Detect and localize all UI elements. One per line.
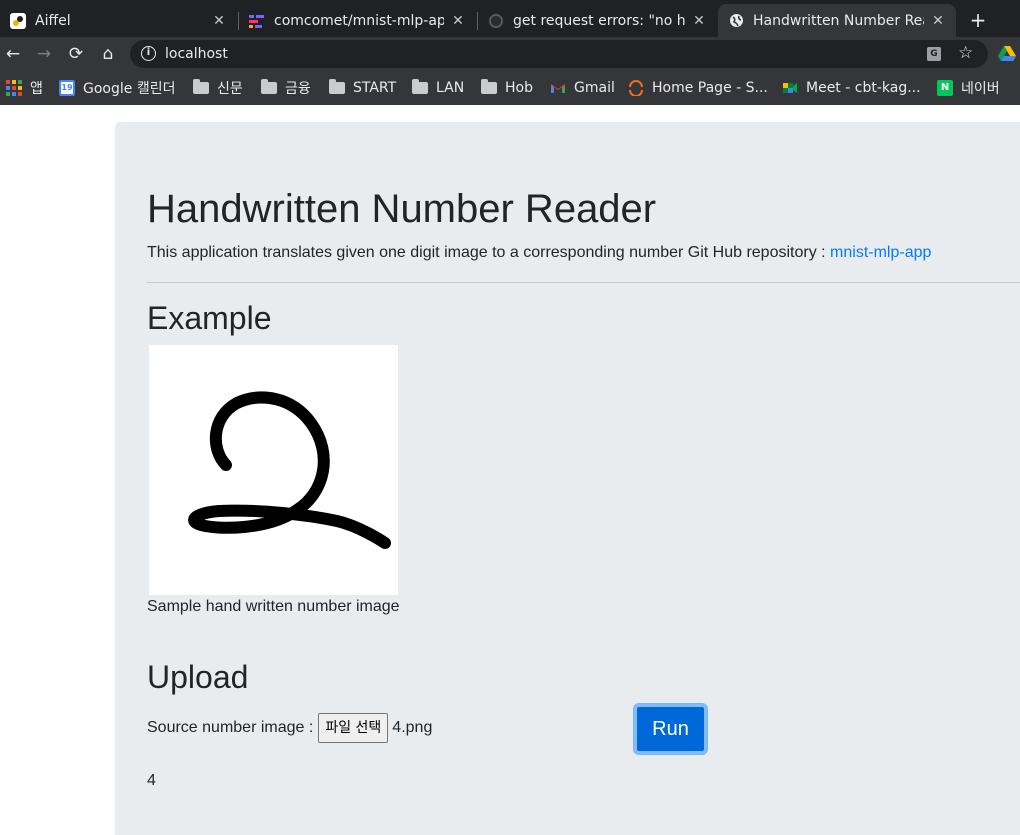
tab-title: Aiffel [35, 12, 71, 29]
tab-handwritten-number-reader[interactable]: Handwritten Number Rea ✕ [718, 4, 956, 37]
folder-icon [261, 79, 277, 96]
aiffel-favicon-icon [10, 12, 26, 29]
bookmark-folder-news[interactable]: 신문 [193, 78, 243, 98]
bookmark-folder-start[interactable]: START [329, 78, 396, 98]
divider [147, 282, 1020, 283]
tab-gitlab[interactable]: comcomet/mnist-mlp-app ✕ [239, 4, 476, 37]
bookmark-label: 앱 [30, 81, 43, 97]
tab-title: get request errors: "no he [513, 12, 685, 29]
example-heading: Example [147, 300, 272, 336]
globe-icon [728, 13, 744, 29]
new-tab-button[interactable]: + [964, 7, 992, 35]
sample-digit-image [149, 345, 398, 595]
selected-file-name: 4.png [392, 719, 433, 736]
gmail-icon [550, 80, 566, 96]
forward-arrow-icon[interactable]: → [32, 42, 56, 66]
bookmark-star-icon[interactable]: ☆ [958, 43, 973, 63]
bookmark-google-calendar[interactable]: 19 Google 캘린더 [59, 78, 175, 98]
bookmark-meet[interactable]: Meet - cbt-kag... [782, 78, 921, 98]
page-viewport: Handwritten Number Reader This applicati… [0, 105, 1020, 835]
page-title: Handwritten Number Reader [147, 187, 657, 231]
tab-aiffel[interactable]: Aiffel ✕ [0, 4, 237, 37]
gitlab-favicon-icon [249, 13, 265, 29]
source-label: Source number image : [147, 719, 314, 736]
bookmark-home-page[interactable]: Home Page - S... [628, 78, 768, 98]
bookmark-gmail[interactable]: Gmail [550, 78, 615, 98]
back-arrow-icon[interactable]: ← [1, 42, 25, 66]
bookmark-folder-lan[interactable]: LAN [412, 78, 464, 98]
repository-link[interactable]: mnist-mlp-app [830, 244, 931, 261]
bookmark-naver[interactable]: N 네이버 [937, 78, 1000, 98]
bookmark-label: 네이버 [961, 81, 1000, 97]
url-text[interactable]: localhost [165, 46, 228, 62]
home-icon[interactable]: ⌂ [96, 42, 120, 66]
bookmark-label: 신문 [217, 81, 243, 97]
prediction-result: 4 [147, 772, 156, 789]
google-calendar-icon: 19 [59, 80, 75, 96]
folder-icon [412, 79, 428, 96]
description: This application translates given one di… [147, 244, 931, 262]
folder-icon [193, 79, 209, 96]
description-text: This application translates given one di… [147, 244, 831, 261]
folder-icon [329, 79, 345, 96]
tab-title: comcomet/mnist-mlp-app [274, 12, 444, 29]
tab-title: Handwritten Number Rea [753, 12, 924, 29]
bookmark-folder-hob[interactable]: Hob [481, 78, 533, 98]
bookmark-label: Home Page - S... [652, 80, 768, 96]
bookmark-label: LAN [436, 80, 465, 96]
toolbar: ← → ⟳ ⌂ i localhost G ☆ [0, 37, 1020, 71]
file-select-button[interactable]: 파일 선택 [318, 713, 389, 743]
close-icon[interactable]: ✕ [211, 13, 227, 29]
bookmark-label: 금융 [285, 81, 311, 97]
google-drive-icon[interactable] [998, 46, 1016, 62]
image-caption: Sample hand written number image [147, 598, 400, 615]
info-icon[interactable]: i [141, 46, 156, 61]
tab-strip: Aiffel ✕ comcomet/mnist-mlp-app ✕ get re… [0, 0, 1020, 37]
home-page-icon [628, 80, 644, 97]
run-button[interactable]: Run [634, 704, 707, 754]
naver-icon: N [937, 80, 953, 96]
bookmark-label: Gmail [574, 80, 615, 96]
bookmark-label: Meet - cbt-kag... [806, 80, 921, 96]
bookmarks-bar: 앱 19 Google 캘린더 신문 금융 START LAN Hob Gmai… [0, 71, 1020, 105]
close-icon[interactable]: ✕ [691, 13, 707, 29]
bookmark-folder-finance[interactable]: 금융 [261, 78, 311, 98]
apps-grid-icon [6, 80, 22, 96]
bookmark-label: Google 캘린더 [83, 81, 176, 97]
meet-icon [782, 80, 798, 96]
address-bar[interactable]: i localhost G ☆ [130, 40, 988, 68]
close-icon[interactable]: ✕ [930, 13, 946, 29]
translate-icon[interactable]: G [927, 47, 941, 61]
upload-heading: Upload [147, 659, 249, 695]
upload-row: Source number image : 파일 선택 4.png [147, 713, 432, 743]
folder-icon [481, 79, 497, 96]
close-icon[interactable]: ✕ [450, 13, 466, 29]
bookmark-label: START [353, 80, 397, 96]
tab-github[interactable]: get request errors: "no he ✕ [478, 4, 717, 37]
bookmark-apps[interactable]: 앱 [6, 78, 43, 98]
bookmark-label: Hob [505, 80, 533, 96]
github-favicon-icon [488, 12, 504, 29]
reload-icon[interactable]: ⟳ [64, 42, 88, 66]
